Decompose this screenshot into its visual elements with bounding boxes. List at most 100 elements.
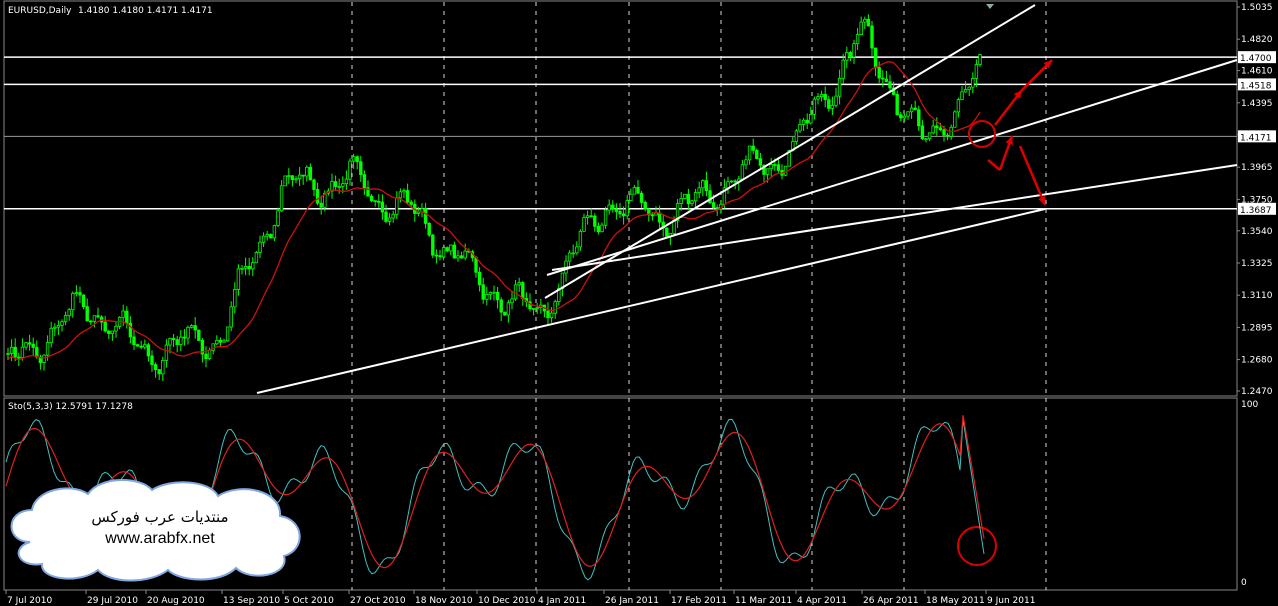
candle [103, 321, 107, 332]
candle [888, 81, 892, 89]
candle [380, 201, 385, 213]
candle [492, 291, 496, 294]
candle [625, 200, 629, 217]
date-tick-label: 18 Nov 2010 [415, 596, 473, 606]
candle [866, 18, 871, 27]
candle [769, 164, 773, 170]
candle [686, 193, 691, 205]
candle [222, 340, 226, 343]
candle [603, 209, 608, 226]
candle [488, 292, 493, 295]
candle [837, 77, 842, 97]
candle [233, 289, 237, 308]
candle [801, 119, 806, 125]
candle [449, 244, 453, 252]
candle [236, 268, 241, 290]
date-tick-label: 26 Apr 2011 [863, 596, 919, 606]
candle [953, 111, 957, 128]
candle [679, 198, 683, 204]
candle [85, 306, 89, 322]
candle [463, 250, 467, 259]
candle [143, 344, 147, 348]
stoch-tick-label: 100 [1241, 400, 1258, 410]
candle [877, 67, 881, 79]
candle [125, 310, 129, 324]
candle [621, 213, 626, 217]
candle [78, 292, 82, 296]
candle [254, 252, 259, 264]
candle [477, 271, 482, 286]
price-level-label: 1.4171 [1240, 133, 1272, 143]
candle [6, 353, 10, 355]
candle [395, 197, 399, 215]
candle [333, 181, 338, 187]
watermark-url: www.arabfx.net [105, 530, 215, 547]
candle [693, 192, 698, 202]
candle [960, 91, 964, 101]
candle [859, 21, 863, 36]
date-tick-label: 9 Jun 2011 [987, 596, 1035, 606]
candle [240, 267, 244, 270]
candle [834, 95, 838, 106]
candle [809, 113, 813, 124]
date-tick-label: 13 Sep 2010 [223, 596, 280, 606]
price-tick-label: 1.2680 [1241, 356, 1273, 366]
date-tick-label: 26 Jan 2011 [605, 596, 659, 606]
candle [697, 187, 701, 193]
candle [935, 125, 939, 129]
candle [135, 344, 140, 347]
candle [215, 339, 219, 345]
candle [427, 223, 431, 236]
candle [578, 230, 583, 248]
candle [110, 330, 115, 334]
candle [89, 320, 93, 323]
candle [341, 183, 345, 187]
candle [452, 244, 457, 259]
candle [920, 125, 925, 140]
candle [575, 246, 579, 254]
candle [387, 217, 392, 222]
price-tick-label: 1.3965 [1241, 163, 1273, 173]
candle [186, 326, 190, 339]
candle [848, 52, 853, 58]
chart-title: EURUSD,Daily [8, 6, 72, 16]
candle [441, 247, 446, 258]
candle [924, 138, 928, 141]
candle [567, 252, 572, 262]
candle [902, 115, 907, 119]
candle [416, 211, 421, 214]
candle [182, 336, 187, 339]
candle [632, 187, 637, 195]
arrow-shaft [987, 159, 1001, 171]
candle [193, 325, 197, 331]
date-tick-label: 11 Mar 2011 [735, 596, 792, 606]
watermark-arabic: منتديات عرب فوركس [91, 508, 229, 526]
shift-marker-icon [986, 4, 994, 9]
date-tick-label: 4 Apr 2011 [797, 596, 847, 606]
candle [665, 227, 669, 237]
stoch-tick-label: 0 [1241, 578, 1247, 588]
date-tick-label: 20 Aug 2010 [147, 596, 205, 606]
candle [711, 202, 716, 208]
candle [369, 195, 374, 202]
candle [740, 164, 745, 180]
candle [265, 233, 269, 237]
candle [654, 212, 658, 216]
candle [308, 166, 313, 181]
candle [132, 336, 136, 346]
candle [938, 127, 943, 131]
candle [251, 262, 255, 270]
candle [830, 104, 835, 109]
candle [571, 252, 575, 255]
candle [945, 134, 950, 137]
candle [31, 343, 35, 348]
candle [971, 78, 975, 88]
candle [823, 93, 827, 101]
candle [629, 193, 633, 202]
candle [805, 119, 809, 124]
candle [355, 156, 359, 163]
candle [600, 224, 604, 233]
candle [348, 160, 352, 180]
date-tick-label: 5 Oct 2010 [284, 596, 334, 606]
candle [121, 310, 125, 318]
